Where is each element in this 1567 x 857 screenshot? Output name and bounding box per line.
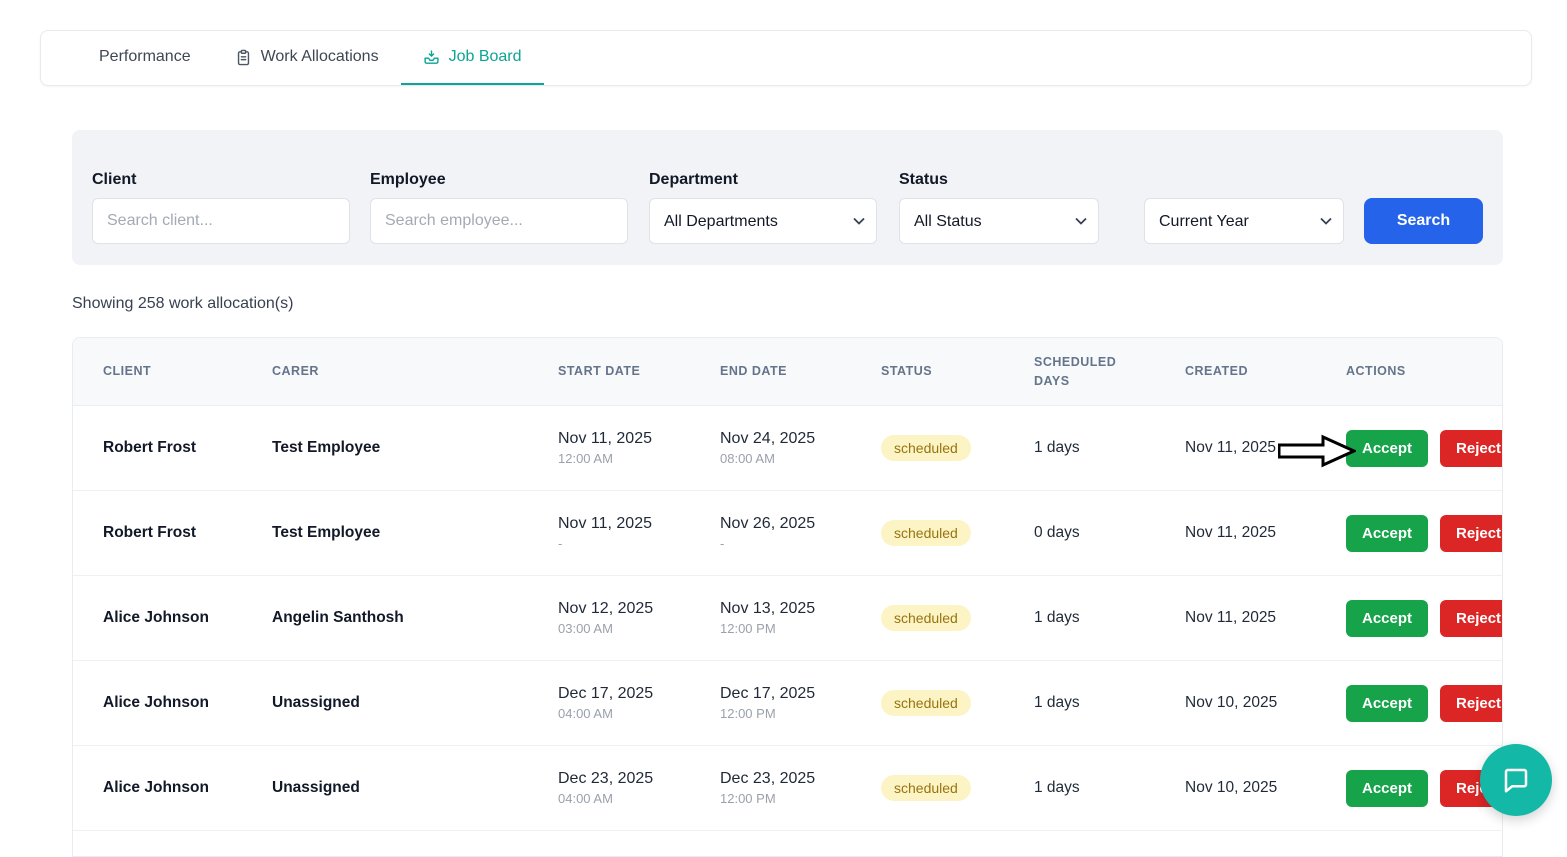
client-name: Robert Frost — [103, 439, 272, 457]
reject-button[interactable]: Reject — [1440, 685, 1503, 722]
created-date: Nov 11, 2025 — [1185, 524, 1346, 542]
year-filter-group: Current Year — [1144, 198, 1344, 244]
accept-button[interactable]: Accept — [1346, 430, 1428, 467]
reject-button[interactable]: Reject — [1440, 515, 1503, 552]
scheduled-days: 1 days — [1034, 609, 1185, 627]
status-badge: scheduled — [881, 690, 971, 716]
actions-cell: Accept Reject — [1346, 685, 1503, 722]
status-badge: scheduled — [881, 520, 971, 546]
scheduled-days: 1 days — [1034, 694, 1185, 712]
end-date-cell: Dec 17, 2025 12:00 PM — [720, 685, 881, 721]
accept-button[interactable]: Accept — [1346, 685, 1428, 722]
accept-button[interactable]: Accept — [1346, 600, 1428, 637]
status-filter-group: Status All Status — [899, 171, 1099, 244]
carer-name: Test Employee — [272, 439, 558, 457]
actions-cell: Accept Reject — [1346, 430, 1503, 467]
year-select[interactable]: Current Year — [1144, 198, 1344, 244]
status-badge: scheduled — [881, 435, 971, 461]
header-end-date: End Date — [720, 362, 881, 381]
start-date-cell: Nov 11, 2025 - — [558, 515, 720, 551]
accept-button[interactable]: Accept — [1346, 770, 1428, 807]
client-label: Client — [92, 171, 350, 189]
actions-cell: Accept Reject — [1346, 515, 1503, 552]
header-status: Status — [881, 362, 1034, 381]
table-header-row: Client Carer Start Date End Date Status … — [73, 338, 1502, 406]
end-date-cell: Nov 24, 2025 08:00 AM — [720, 430, 881, 466]
created-date: Nov 11, 2025 — [1185, 609, 1346, 627]
status-select[interactable]: All Status — [899, 198, 1099, 244]
header-created: Created — [1185, 362, 1346, 381]
table-row: Alice Johnson Angelin Santhosh Nov 12, 2… — [73, 576, 1502, 661]
tab-performance[interactable]: Performance — [77, 31, 213, 85]
work-allocations-table: Client Carer Start Date End Date Status … — [72, 337, 1503, 857]
employee-search-input[interactable] — [370, 198, 628, 244]
created-date: Nov 10, 2025 — [1185, 694, 1346, 712]
tab-work-allocations-label: Work Allocations — [261, 48, 379, 66]
scheduled-days: 0 days — [1034, 524, 1185, 542]
end-date-cell: Nov 13, 2025 12:00 PM — [720, 600, 881, 636]
header-client: Client — [103, 362, 272, 381]
carer-name: Angelin Santhosh — [272, 609, 558, 627]
end-date-cell: Dec 23, 2025 12:00 PM — [720, 770, 881, 806]
table-row: Robert Frost Test Employee Nov 11, 2025 … — [73, 406, 1502, 491]
tab-bar: Performance Work Allocations Job Board — [40, 30, 1532, 86]
chat-fab-button[interactable] — [1480, 744, 1552, 816]
client-name: Robert Frost — [103, 524, 272, 542]
tab-job-board-label: Job Board — [449, 48, 522, 66]
end-date-cell: Nov 26, 2025 - — [720, 515, 881, 551]
created-date: Nov 10, 2025 — [1185, 779, 1346, 797]
header-actions: Actions — [1346, 362, 1502, 381]
tab-performance-label: Performance — [99, 48, 191, 66]
table-row: Robert Frost Test Employee Nov 11, 2025 … — [73, 491, 1502, 576]
employee-filter-group: Employee — [370, 171, 628, 244]
tray-icon — [423, 49, 440, 66]
client-name: Alice Johnson — [103, 609, 272, 627]
actions-cell: Accept Reject — [1346, 600, 1503, 637]
reject-button[interactable]: Reject — [1440, 600, 1503, 637]
table-row: Alice Johnson Unassigned Dec 17, 2025 04… — [73, 661, 1502, 746]
carer-name: Unassigned — [272, 694, 558, 712]
reject-button[interactable]: Reject — [1440, 430, 1503, 467]
table-row: Alice Johnson Unassigned Dec 23, 2025 04… — [73, 746, 1502, 831]
department-select[interactable]: All Departments — [649, 198, 877, 244]
search-button[interactable]: Search — [1364, 198, 1483, 244]
header-start-date: Start Date — [558, 362, 720, 381]
scheduled-days: 1 days — [1034, 779, 1185, 797]
client-name: Alice Johnson — [103, 694, 272, 712]
employee-label: Employee — [370, 171, 628, 189]
clipboard-icon — [235, 49, 252, 66]
client-filter-group: Client — [92, 171, 350, 244]
carer-name: Test Employee — [272, 524, 558, 542]
start-date-cell: Nov 12, 2025 03:00 AM — [558, 600, 720, 636]
accept-button[interactable]: Accept — [1346, 515, 1428, 552]
status-label: Status — [899, 171, 1099, 189]
department-label: Department — [649, 171, 877, 189]
scheduled-days: 1 days — [1034, 439, 1185, 457]
results-summary: Showing 258 work allocation(s) — [72, 295, 293, 313]
tab-job-board[interactable]: Job Board — [401, 31, 544, 85]
created-date: Nov 11, 2025 — [1185, 439, 1346, 457]
status-badge: scheduled — [881, 605, 971, 631]
carer-name: Unassigned — [272, 779, 558, 797]
filter-bar: Client Employee Department All Departmen… — [72, 130, 1503, 265]
start-date-cell: Dec 17, 2025 04:00 AM — [558, 685, 720, 721]
department-filter-group: Department All Departments — [649, 171, 877, 244]
header-carer: Carer — [272, 362, 558, 381]
header-scheduled-days: Scheduled Days — [1034, 353, 1185, 391]
start-date-cell: Dec 23, 2025 04:00 AM — [558, 770, 720, 806]
client-name: Alice Johnson — [103, 779, 272, 797]
chat-bubble-icon — [1501, 765, 1531, 795]
tab-work-allocations[interactable]: Work Allocations — [213, 31, 401, 85]
status-badge: scheduled — [881, 775, 971, 801]
start-date-cell: Nov 11, 2025 12:00 AM — [558, 430, 720, 466]
client-search-input[interactable] — [92, 198, 350, 244]
